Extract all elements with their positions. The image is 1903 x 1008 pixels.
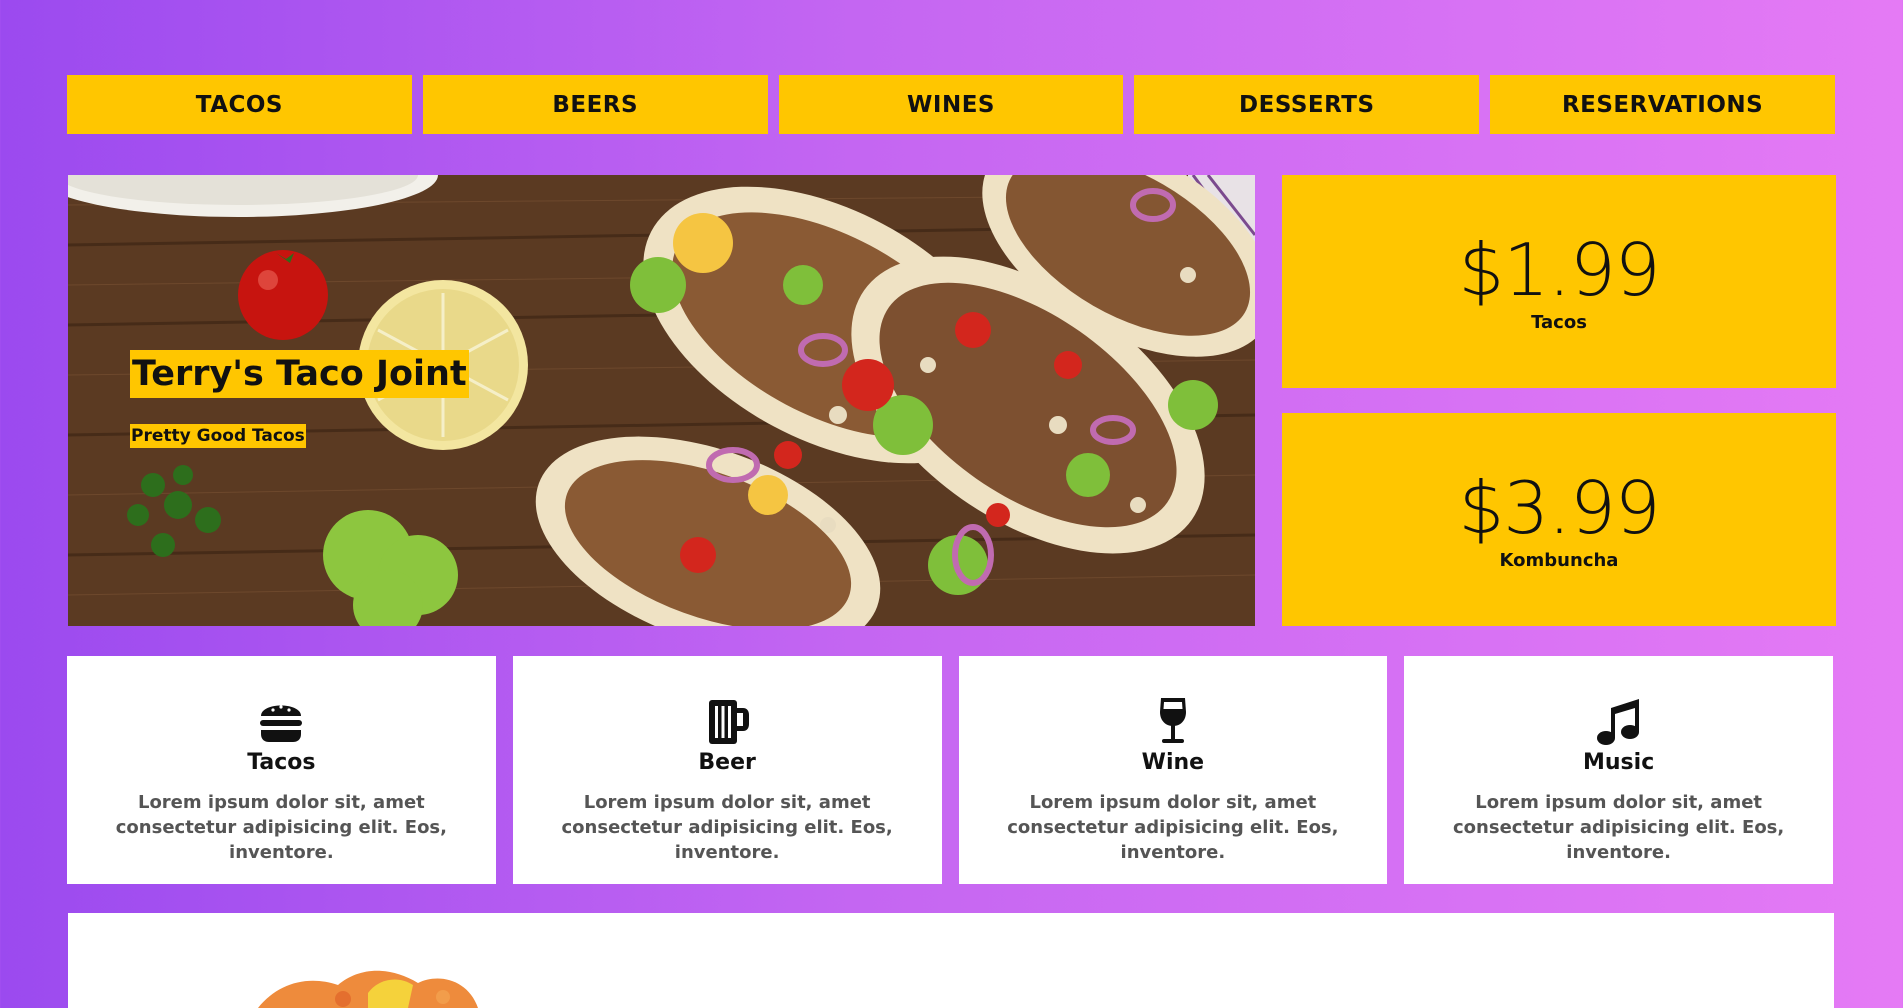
- feature-card-wine: Wine Lorem ipsum dolor sit, amet consect…: [958, 656, 1388, 884]
- feature-text: Lorem ipsum dolor sit, amet consectetur …: [1007, 792, 1339, 863]
- nav-reservations[interactable]: RESERVATIONS: [1490, 75, 1835, 134]
- price-card-kombuncha: $3.99 Kombuncha: [1282, 413, 1836, 626]
- feature-text: Lorem ipsum dolor sit, amet consectetur …: [1453, 792, 1785, 863]
- hero-text: Terry's Taco Joint Pretty Good Tacos: [130, 350, 469, 448]
- main-nav: TACOS BEERS WINES DESSERTS RESERVATIONS: [67, 75, 1835, 134]
- hamburger-icon: [260, 705, 303, 742]
- price-card-tacos: $1.99 Tacos: [1282, 175, 1836, 388]
- price-amount: $3.99: [1458, 466, 1660, 550]
- price-amount: $1.99: [1458, 228, 1660, 312]
- wine-glass-icon: [1159, 698, 1186, 743]
- feature-card-tacos: Tacos Lorem ipsum dolor sit, amet consec…: [67, 656, 496, 884]
- features-row: Tacos Lorem ipsum dolor sit, amet consec…: [67, 656, 1833, 884]
- feature-text: Lorem ipsum dolor sit, amet consectetur …: [115, 792, 447, 863]
- feature-title: Beer: [698, 750, 756, 775]
- feature-title: Music: [1583, 750, 1655, 775]
- beer-mug-icon: [709, 700, 750, 744]
- hero-banner: Terry's Taco Joint Pretty Good Tacos: [68, 175, 1255, 626]
- price-label: Kombuncha: [1499, 550, 1619, 571]
- feature-card-music: Music Lorem ipsum dolor sit, amet consec…: [1404, 656, 1833, 884]
- bottom-food-image: [258, 970, 478, 1008]
- price-label: Tacos: [1531, 312, 1587, 333]
- nav-beers[interactable]: BEERS: [422, 75, 768, 134]
- feature-text: Lorem ipsum dolor sit, amet consectetur …: [561, 792, 893, 863]
- hero-subtitle: Pretty Good Tacos: [130, 424, 306, 448]
- feature-title: Wine: [1141, 750, 1205, 775]
- feature-title: Tacos: [247, 750, 316, 775]
- nav-desserts[interactable]: DESSERTS: [1134, 75, 1480, 134]
- feature-card-beer: Beer Lorem ipsum dolor sit, amet consect…: [512, 656, 942, 884]
- nav-tacos[interactable]: TACOS: [67, 75, 412, 134]
- hero-title: Terry's Taco Joint: [130, 350, 469, 398]
- music-note-icon: [1596, 699, 1639, 745]
- bottom-section: [68, 913, 1834, 1008]
- nav-wines[interactable]: WINES: [778, 75, 1124, 134]
